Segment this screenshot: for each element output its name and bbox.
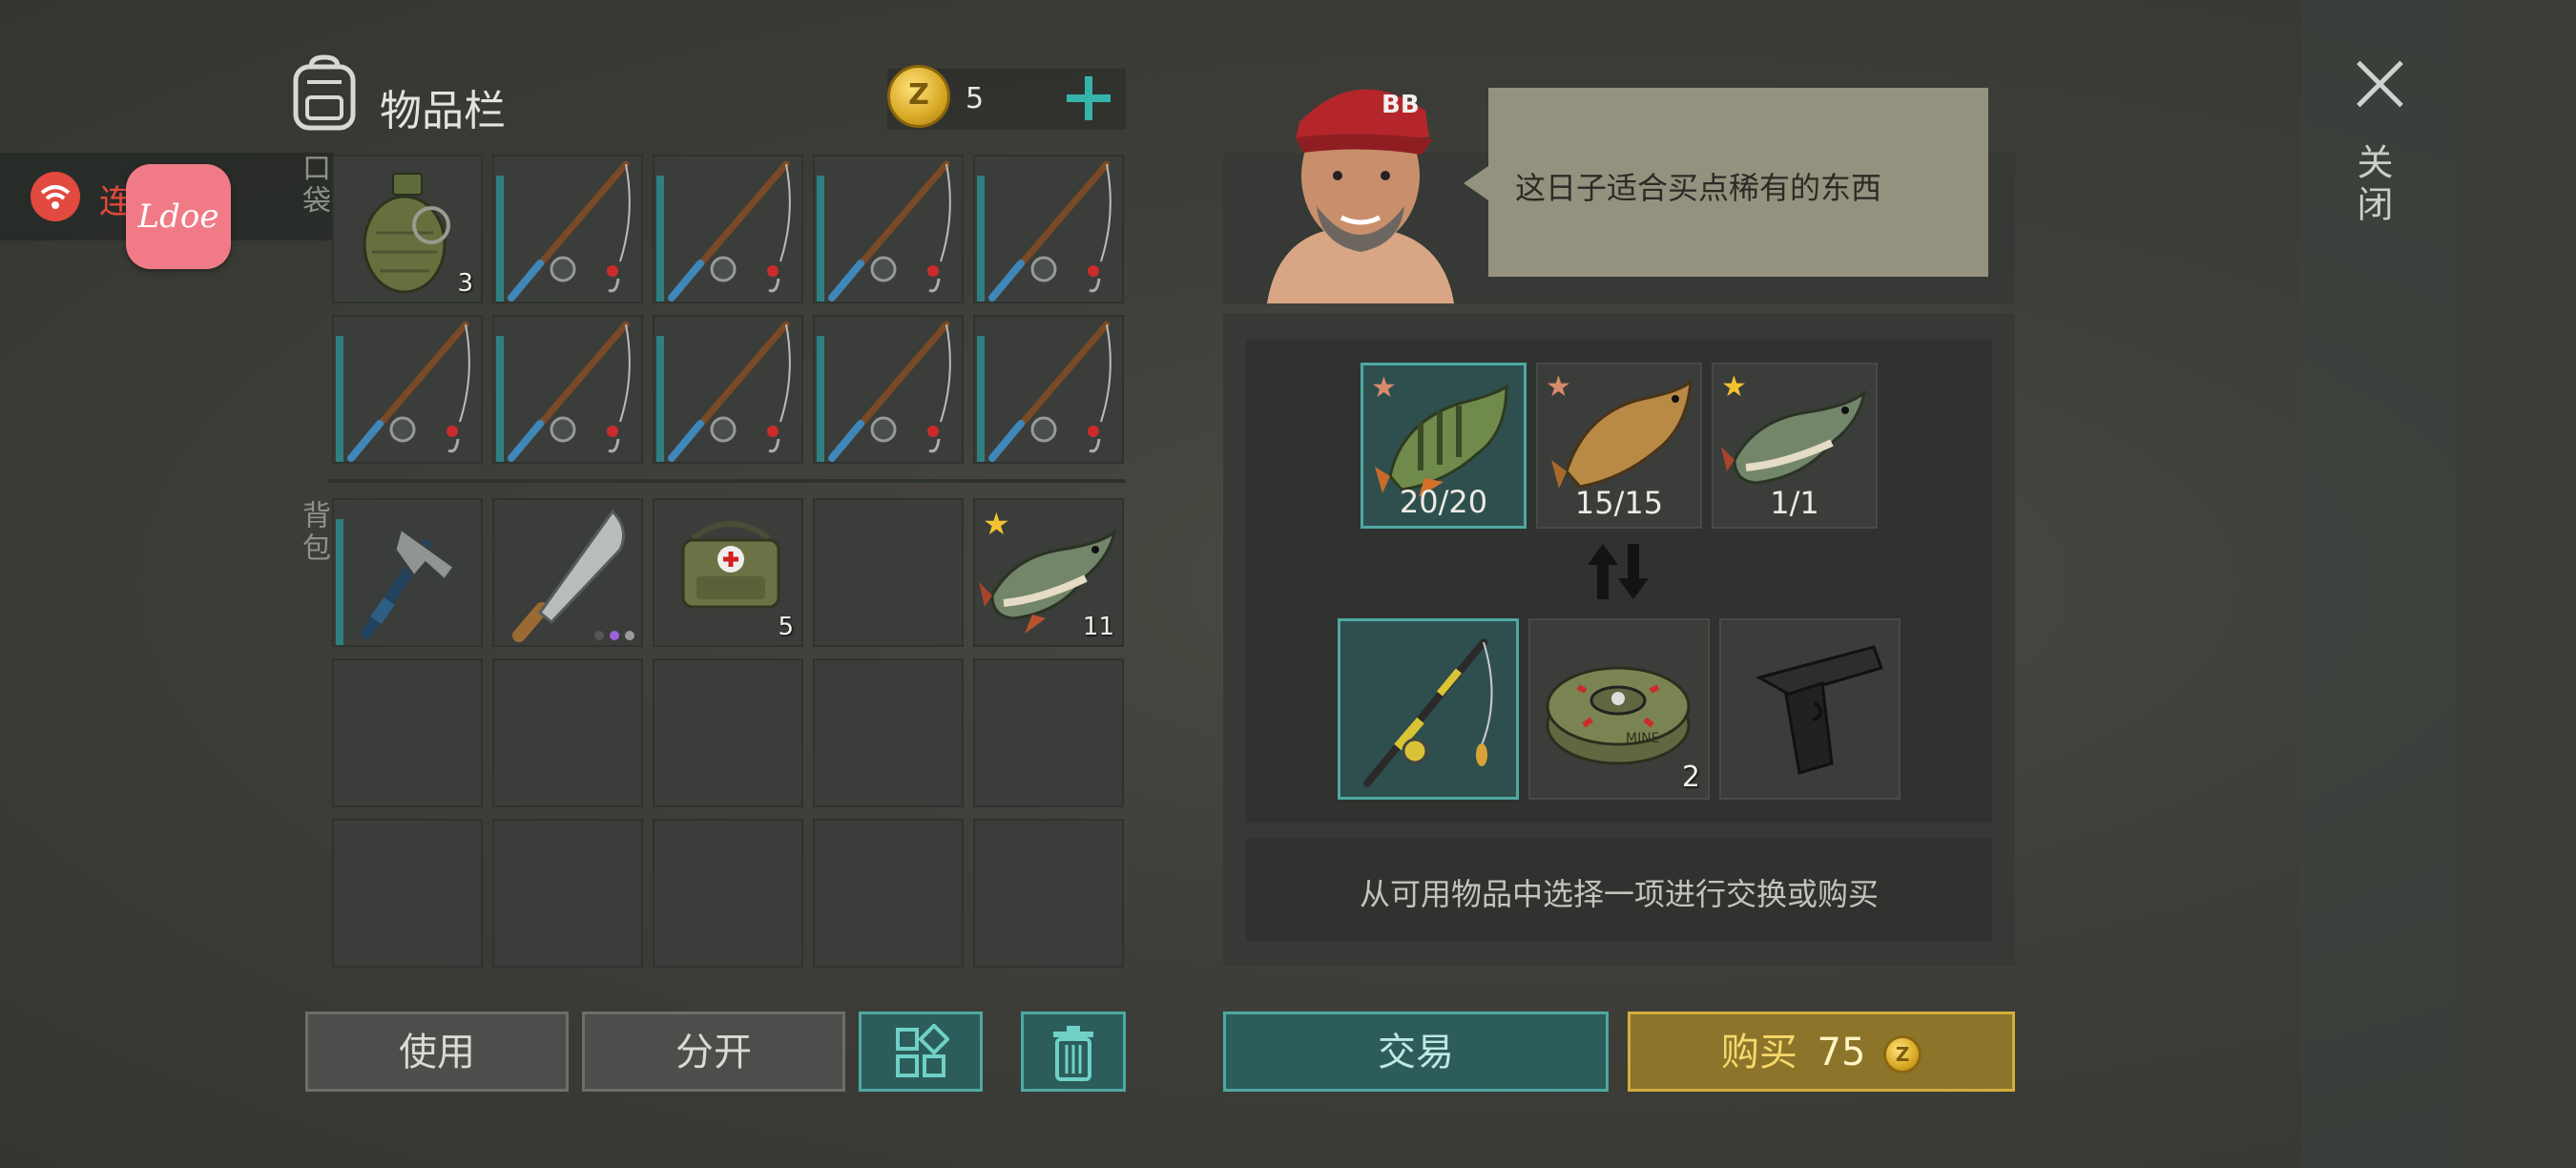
inventory-slot[interactable]: [973, 155, 1124, 303]
pocket-label: 口袋: [297, 153, 330, 218]
coin-icon: Z: [887, 65, 950, 128]
hint-box: 从可用物品中选择一项进行交换或购买: [1246, 838, 1992, 941]
inventory-slot-empty[interactable]: [653, 819, 803, 968]
trade-button[interactable]: 交易: [1223, 1012, 1609, 1092]
machete-icon: [512, 509, 634, 642]
close-icon[interactable]: [2347, 52, 2414, 118]
inventory-slot[interactable]: [492, 155, 643, 303]
buy-label: 购买: [1720, 1031, 1797, 1074]
inventory-slot[interactable]: [813, 155, 964, 303]
item-count: 3: [457, 269, 473, 298]
inventory-slot[interactable]: [492, 498, 643, 647]
inventory-slot[interactable]: 5: [653, 498, 803, 647]
trader-speech-text: 这日子适合买点稀有的东西: [1515, 170, 1882, 206]
inventory-slot[interactable]: 3: [332, 155, 483, 303]
fishing-rod-icon: [828, 321, 951, 462]
inventory-slot-empty[interactable]: [332, 658, 483, 807]
inventory-slot[interactable]: [492, 315, 643, 464]
inventory-slot[interactable]: [332, 498, 483, 647]
inventory-slot[interactable]: [653, 155, 803, 303]
inventory-slot[interactable]: [332, 315, 483, 464]
requirement-count: 20/20: [1399, 484, 1488, 520]
fishing-rod-icon: [508, 321, 631, 462]
buy-button[interactable]: 购买 75 Z: [1628, 1012, 2015, 1092]
requirement-count: 15/15: [1574, 485, 1664, 521]
inventory-slot-empty[interactable]: [813, 498, 964, 647]
section-divider: [328, 479, 1126, 483]
fishing-rod-icon: [988, 321, 1111, 462]
buy-price: 75: [1817, 1031, 1866, 1074]
fishing-rod-icon: [988, 160, 1111, 302]
fishing-rod-icon: [508, 160, 631, 302]
inventory-slot-empty[interactable]: [973, 658, 1124, 807]
coin-icon: Z: [1883, 1035, 1922, 1074]
rarity-star-icon: ★: [1546, 370, 1571, 404]
trade-hint-text: 从可用物品中选择一项进行交换或购买: [1359, 876, 1879, 912]
inventory-slot-empty[interactable]: [813, 819, 964, 968]
item-count: 5: [778, 613, 794, 641]
fishing-rod-icon: [668, 160, 791, 302]
inventory-slot-empty[interactable]: [973, 819, 1124, 968]
trader-speech-bubble: 这日子适合买点稀有的东西: [1464, 88, 1988, 277]
inventory-slot[interactable]: ★ 11: [973, 498, 1124, 647]
rarity-star-icon: ★: [1371, 371, 1397, 405]
rarity-star-icon: ★: [983, 506, 1010, 542]
requirement-slot[interactable]: ★ 20/20: [1361, 363, 1527, 529]
grid-sort-icon: [896, 1023, 950, 1077]
item-count: 11: [1082, 613, 1114, 641]
backpack-label: 背包: [297, 500, 330, 565]
trash-icon: [1053, 1026, 1093, 1081]
offer-slot[interactable]: MINE 2: [1528, 618, 1710, 800]
pistol-icon: [1755, 645, 1883, 775]
right-edge-panel: [2456, 0, 2576, 1168]
trader-portrait: BB: [1267, 89, 1454, 303]
coin-count: 5: [966, 82, 985, 115]
inventory-slot[interactable]: [653, 315, 803, 464]
wifi-alert-icon: [31, 172, 80, 221]
close-label[interactable]: 关闭: [2351, 143, 2399, 227]
inventory-slot-empty[interactable]: [492, 819, 643, 968]
sort-button[interactable]: [859, 1012, 983, 1092]
use-button[interactable]: 使用: [305, 1012, 569, 1092]
swap-arrows-icon: [1588, 544, 1649, 599]
requirement-slot[interactable]: ★ 1/1: [1712, 363, 1878, 529]
inventory-slot-empty[interactable]: [332, 819, 483, 968]
fishing-rod-icon: [668, 321, 791, 462]
inventory-title: 物品栏: [380, 87, 506, 136]
inventory-slot[interactable]: [973, 315, 1124, 464]
inventory-slot-empty[interactable]: [813, 658, 964, 807]
backpack-icon: [293, 54, 356, 131]
fishing-rod-icon: [828, 160, 951, 302]
inventory-slot-empty[interactable]: [492, 658, 643, 807]
inventory-slot-empty[interactable]: [653, 658, 803, 807]
rarity-star-icon: ★: [1721, 370, 1747, 404]
offer-slot[interactable]: [1719, 618, 1901, 800]
delete-button[interactable]: [1021, 1012, 1126, 1092]
requirement-slot[interactable]: ★ 15/15: [1536, 363, 1702, 529]
inventory-slot[interactable]: [813, 315, 964, 464]
mine-stencil-text: MINE: [1626, 731, 1660, 746]
fishing-rod-icon: [1363, 638, 1493, 787]
offer-slot[interactable]: [1338, 618, 1519, 800]
add-coins-button[interactable]: [1063, 73, 1114, 124]
requirement-count: 1/1: [1770, 485, 1819, 521]
item-count: 2: [1681, 761, 1700, 794]
app-logo[interactable]: Ldoe: [126, 164, 231, 269]
hammer-icon: [361, 526, 457, 639]
cap-text: BB: [1381, 91, 1420, 119]
split-button[interactable]: 分开: [582, 1012, 845, 1092]
fishing-rod-icon: [347, 321, 470, 462]
